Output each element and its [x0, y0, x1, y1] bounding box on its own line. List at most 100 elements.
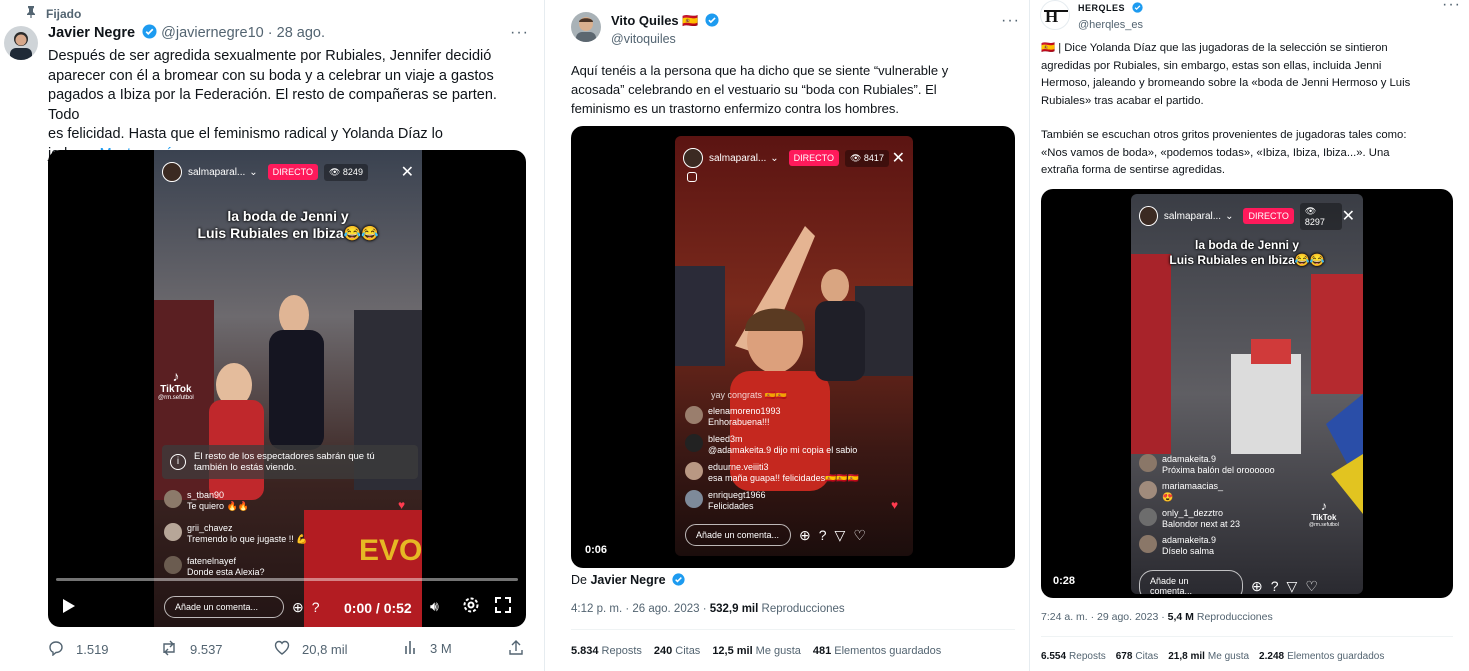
reply-button[interactable]: 1.519 — [48, 640, 109, 659]
video-caption: la boda de Jenni y Luis Rubiales en Ibiz… — [154, 208, 422, 242]
author-name[interactable]: HERQLES — [1078, 3, 1125, 13]
comment-text: Próxima balón del oroooooo — [1162, 465, 1275, 475]
commenter-avatar — [685, 434, 703, 452]
add-icon: ⊕ — [292, 598, 304, 615]
tweet-timestamp[interactable]: 4:12 p. m. · 26 ago. 2023 · — [571, 603, 707, 615]
caption-line: la boda de Jenni y — [227, 208, 349, 224]
video-duration: 0:06 — [585, 544, 608, 556]
viewer-count-value: 8249 — [342, 166, 363, 177]
commenter-avatar — [1139, 454, 1157, 472]
verified-badge-icon — [1132, 0, 1144, 18]
tweet-text-line: También se escuchan otros gritos proveni… — [1041, 129, 1407, 141]
stat-likes[interactable]: 12,5 mil Me gusta — [712, 645, 801, 657]
comment-text: esa maña guapa!! felicidades🇪🇸🇪🇸🇪🇸 — [708, 473, 859, 483]
live-input-bar: Añade un comenta... ⊕ ? ▽ ♡ — [1139, 570, 1318, 594]
question-icon: ? — [818, 527, 827, 543]
stat-quotes[interactable]: 678 Citas — [1116, 651, 1158, 662]
verified-badge-icon — [705, 13, 719, 30]
streamer-username: salmaparal... — [188, 166, 246, 178]
bar-chart-icon — [404, 640, 418, 657]
caption-line: la boda de Jenni y — [1194, 238, 1300, 252]
author-handle[interactable]: @javiernegre10 — [161, 25, 264, 41]
commenter-avatar — [1139, 535, 1157, 553]
video-player[interactable]: salmaparal... ⌄ DIRECTO 👁 8297 ✕ la boda… — [1041, 189, 1453, 598]
reply-count: 1.519 — [76, 642, 109, 657]
live-comment: s_tban90 Te quiero 🔥🔥 — [164, 490, 249, 512]
commenter-avatar — [1139, 508, 1157, 526]
volume-icon[interactable]: 🔊︎ — [430, 598, 439, 615]
tweet-timestamp[interactable]: 7:24 a. m. · 29 ago. 2023 · — [1041, 611, 1165, 623]
tweet-column-2: Vito Quiles 🇪🇸 @vitoquiles ··· Aquí tené… — [545, 0, 1029, 671]
video-player[interactable]: salmaparal... ⌄ DIRECTO 👁 8417 ✕ yay con… — [571, 126, 1015, 568]
stat-likes[interactable]: 21,8 mil Me gusta — [1168, 651, 1249, 662]
video-player[interactable]: EVO salmaparal... ⌄ DIRECTO 👁 8249 ✕ la … — [48, 150, 526, 627]
viewer-count: 👁 8297 — [1299, 202, 1342, 230]
streamer-username: salmaparal... — [1163, 210, 1222, 222]
live-comment: eduurne.veiiiti3 esa maña guapa!! felicid… — [685, 462, 859, 484]
play-button-icon[interactable] — [62, 598, 76, 619]
heart-outline-icon: ♡ — [853, 526, 866, 543]
verified-badge-icon — [672, 573, 685, 589]
more-options-icon[interactable]: ··· — [510, 24, 529, 42]
dot-separator: · — [267, 25, 273, 41]
author-handle[interactable]: @herqles_es — [1078, 19, 1143, 31]
views-button[interactable]: 3 M — [404, 640, 452, 657]
settings-gear-icon[interactable] — [462, 596, 480, 619]
live-input-bar: Añade un comenta... ⊕ ? — [164, 596, 320, 618]
viewer-count-value: 8297 — [1304, 216, 1325, 227]
stat-label: Me gusta — [755, 645, 801, 657]
flag-emoji: 🇪🇸 — [682, 13, 699, 28]
caption-line: Luis Rubiales en Ibiza😂😂 — [197, 225, 379, 241]
author-name[interactable]: Javier Negre — [48, 25, 135, 41]
tweet-text-line: agredidas por Rubiales, sin embargo, est… — [1041, 59, 1382, 72]
avatar[interactable]: H — [1040, 0, 1070, 30]
live-comment: only_1_dezztro Balondor next at 23 — [1139, 508, 1240, 530]
video-frame: salmaparal... ⌄ DIRECTO 👁 8297 ✕ la boda… — [1131, 194, 1363, 594]
video-frame: EVO salmaparal... ⌄ DIRECTO 👁 8249 ✕ la … — [154, 150, 422, 627]
stat-bookmarks[interactable]: 481 Elementos guardados — [813, 645, 941, 657]
instagram-icon — [687, 172, 697, 182]
tweet-meta: 4:12 p. m. · 26 ago. 2023 · 532,9 mil Re… — [571, 603, 845, 615]
author-handle[interactable]: @vitoquiles — [611, 32, 719, 46]
streamer-avatar — [1139, 206, 1158, 226]
stat-value: 481 — [812, 645, 832, 657]
tweet-text-line: «Nos vamos de boda», «podemos todas», «I… — [1041, 146, 1390, 159]
stat-bookmarks[interactable]: 2.248 Elementos guardados — [1259, 651, 1384, 662]
progress-track[interactable] — [56, 578, 518, 581]
tweet-column-3: H HERQLES @herqles_es ··· 🇪🇸 | Dice Yola… — [1030, 0, 1469, 671]
avatar[interactable] — [4, 26, 38, 60]
stat-value: 12,5 mil — [712, 645, 753, 657]
pin-icon — [26, 6, 36, 21]
commenter-avatar — [164, 490, 182, 508]
stat-value: 240 — [653, 645, 673, 657]
share-icon[interactable] — [508, 640, 524, 661]
stat-quotes[interactable]: 240 Citas — [654, 645, 700, 657]
tweet-meta: 7:24 a. m. · 29 ago. 2023 · 5,4 M Reprod… — [1041, 611, 1273, 623]
video-duration: 0:28 — [1053, 575, 1076, 587]
from-author[interactable]: Javier Negre — [590, 573, 665, 587]
more-options-icon[interactable]: ··· — [1001, 12, 1020, 30]
streamer-username: salmaparal... — [709, 152, 767, 164]
stat-reposts[interactable]: 6.554 Reposts — [1041, 651, 1106, 662]
views-count: 532,9 mil — [709, 603, 759, 615]
fullscreen-icon[interactable] — [494, 596, 512, 619]
live-header: salmaparal... ⌄ DIRECTO 👁 8297 ✕ — [1139, 202, 1355, 230]
avatar[interactable] — [571, 12, 601, 42]
chevron-down-icon: ⌄ — [770, 152, 779, 164]
more-options-icon[interactable]: ··· — [1442, 0, 1461, 14]
commenter-avatar — [685, 406, 703, 424]
eye-icon: 👁 — [1304, 205, 1317, 216]
stat-reposts[interactable]: 5.834 Reposts — [571, 645, 642, 657]
author-name[interactable]: Vito Quiles — [611, 13, 679, 28]
question-icon: ? — [311, 599, 320, 615]
tweet-text-line: extraña forma de sentirse agredidas. — [1041, 164, 1225, 176]
tiktok-icon: ♪ — [172, 368, 180, 384]
like-button[interactable]: 20,8 mil — [274, 640, 348, 658]
tweet-date[interactable]: 28 ago. — [277, 25, 325, 41]
retweet-button[interactable]: 9.537 — [160, 640, 223, 659]
live-comment: grii_chavez Tremendo lo que jugaste !! 💪 — [164, 523, 307, 545]
comment-user: enriquegt1966 — [708, 490, 766, 500]
live-badge: DIRECTO — [788, 150, 839, 166]
tweet-text: Después de ser agredida sexualmente por … — [48, 47, 528, 164]
comment-text: @adamakeita.9 dijo mi copia el sabio — [708, 445, 858, 455]
